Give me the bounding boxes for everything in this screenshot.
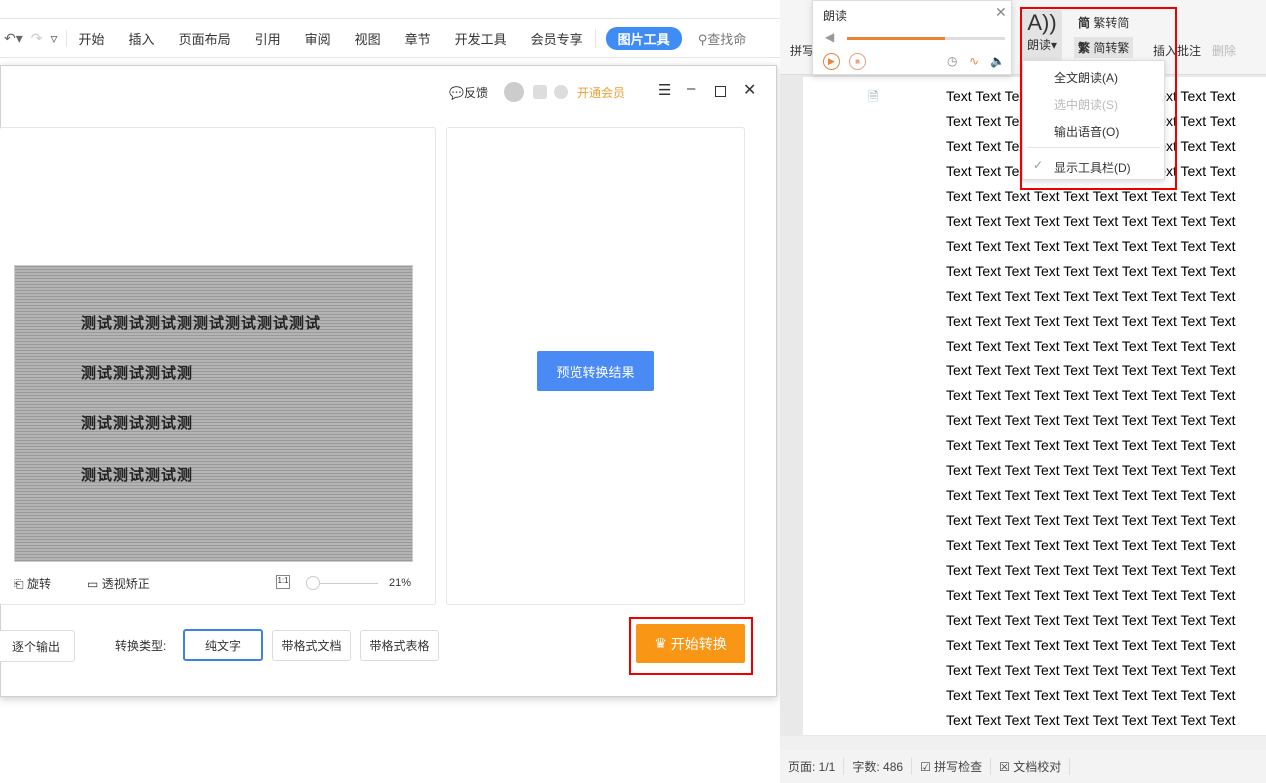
speed-icon[interactable]: ◷	[947, 54, 957, 68]
rotate-label: 旋转	[26, 577, 51, 591]
tab-review[interactable]: 审阅	[293, 29, 343, 48]
coin-icon	[554, 85, 568, 99]
stop-icon[interactable]: ■	[849, 53, 866, 70]
document-line: Text Text Text Text Text Text Text Text …	[946, 636, 1236, 653]
highlight-box	[1020, 7, 1177, 190]
zoom-slider[interactable]	[312, 583, 378, 584]
output-mode-button[interactable]: 逐个输出	[0, 630, 75, 662]
document-line: Text Text Text Text Text Text Text Text …	[946, 437, 1236, 454]
type-formatted-table[interactable]: 带格式表格	[360, 630, 439, 661]
document-line: Text Text Text Text Text Text Text Text …	[946, 711, 1236, 728]
delete-comment-button[interactable]: 删除	[1212, 42, 1236, 59]
play-icon[interactable]: ▶	[823, 53, 840, 70]
ribbon-tabs: ↶▾ ↷ ▿ 开始 插入 页面布局 引用 审阅 视图 章节 开发工具 会员专享 …	[0, 18, 780, 58]
close-icon[interactable]: ✕	[743, 80, 756, 100]
feedback-label: 反馈	[463, 86, 488, 100]
document-line: Text Text Text Text Text Text Text Text …	[946, 562, 1236, 579]
fit-icon[interactable]: 1:1	[276, 575, 290, 589]
search-label: 查找命	[707, 31, 747, 47]
maximize-icon[interactable]	[715, 86, 726, 97]
spell-button[interactable]: 拼写	[790, 42, 814, 59]
highlight-box	[629, 617, 753, 675]
page-count: 页面: 1/1	[780, 758, 845, 775]
tab-insert[interactable]: 插入	[117, 29, 167, 48]
tab-member[interactable]: 会员专享	[519, 28, 596, 48]
source-image: 测试测试测试测测试测试测试测试 测试测试测试测 测试测试测试测 测试测试测试测	[14, 265, 413, 562]
avatar[interactable]	[504, 82, 524, 102]
minimize-icon[interactable]: –	[687, 80, 695, 97]
document-line: Text Text Text Text Text Text Text Text …	[946, 462, 1236, 479]
perspective-button[interactable]: ▭ 透视矫正	[87, 575, 150, 592]
redo-icon[interactable]: ↷	[27, 30, 47, 47]
photo-text-line: 测试测试测试测	[81, 467, 194, 484]
proofread-label: 文档校对	[1013, 760, 1062, 774]
customize-icon[interactable]: ▿	[47, 29, 67, 47]
tab-references[interactable]: 引用	[243, 29, 293, 48]
read-aloud-toolbar: 朗读 ✕ ◀ ▶ ■ ◷ ∿ 🔈	[812, 0, 1012, 75]
perspective-icon: ▭	[87, 577, 99, 591]
type-plain-text[interactable]: 纯文字	[183, 629, 263, 661]
document-line: Text Text Text Text Text Text Text Text …	[946, 611, 1236, 628]
preview-result-button[interactable]: 预览转换结果	[537, 351, 654, 391]
tab-start[interactable]: 开始	[67, 29, 117, 48]
badge-icon	[533, 85, 547, 99]
tab-layout[interactable]: 页面布局	[167, 29, 243, 48]
volume-icon: ◀	[825, 30, 835, 44]
document-line: Text Text Text Text Text Text Text Text …	[946, 512, 1236, 529]
tab-developer[interactable]: 开发工具	[443, 29, 519, 48]
document-line: Text Text Text Text Text Text Text Text …	[946, 237, 1236, 254]
photo-text-line: 测试测试测试测	[81, 415, 194, 432]
undo-icon[interactable]: ↶▾	[0, 30, 27, 47]
spell-check-button[interactable]: ☑ 拼写检查	[912, 758, 992, 775]
document-line: Text Text Text Text Text Text Text Text …	[946, 287, 1236, 304]
image-panel: 测试测试测试测测试测试测试测试 测试测试测试测 测试测试测试测 测试测试测试测 …	[0, 127, 436, 605]
paragraph-icon[interactable]: 🗎	[868, 88, 878, 110]
search-command[interactable]: ⚲查找命	[698, 29, 747, 48]
volume-slider[interactable]	[847, 37, 1005, 40]
document-line: Text Text Text Text Text Text Text Text …	[946, 212, 1236, 229]
document-line: Text Text Text Text Text Text Text Text …	[946, 187, 1236, 204]
image-to-text-dialog: 💬反馈 开通会员 ☰ – ✕ 测试测试测试测测试测试测试测试 测试测试测试测 测…	[0, 65, 777, 697]
reader-close-icon[interactable]: ✕	[995, 4, 1007, 21]
horizontal-scrollbar[interactable]	[780, 736, 1266, 750]
convert-type-label: 转换类型:	[115, 639, 167, 653]
zoom-value: 21%	[389, 577, 412, 589]
proofread-button[interactable]: ☒ 文档校对	[991, 758, 1071, 775]
result-panel: 预览转换结果	[446, 127, 745, 605]
document-line: Text Text Text Text Text Text Text Text …	[946, 661, 1236, 678]
document-line: Text Text Text Text Text Text Text Text …	[946, 337, 1236, 354]
word-count[interactable]: 字数: 486	[844, 758, 913, 775]
perspective-label: 透视矫正	[101, 577, 150, 591]
status-bar: 页面: 1/1 字数: 486 ☑ 拼写检查 ☒ 文档校对	[780, 750, 1266, 783]
document-line: Text Text Text Text Text Text Text Text …	[946, 686, 1236, 703]
volume-fill	[847, 37, 945, 40]
menu-icon[interactable]: ☰	[658, 81, 671, 99]
vip-link[interactable]: 开通会员	[577, 84, 625, 101]
document-line: Text Text Text Text Text Text Text Text …	[946, 362, 1236, 379]
document-line: Text Text Text Text Text Text Text Text …	[946, 312, 1236, 329]
document-line: Text Text Text Text Text Text Text Text …	[946, 412, 1236, 429]
zoom-slider-thumb[interactable]	[306, 576, 320, 590]
document-line: Text Text Text Text Text Text Text Text …	[946, 387, 1236, 404]
tab-section[interactable]: 章节	[393, 29, 443, 48]
document-line: Text Text Text Text Text Text Text Text …	[946, 487, 1236, 504]
reader-title: 朗读	[823, 9, 848, 23]
voice-settings-icon[interactable]: 🔈	[990, 54, 1005, 68]
feedback-button[interactable]: 💬反馈	[449, 84, 488, 101]
photo-text-line: 测试测试测试测	[81, 365, 194, 382]
document-line: Text Text Text Text Text Text Text Text …	[946, 262, 1236, 279]
voice-wave-icon[interactable]: ∿	[969, 54, 979, 68]
rotate-icon: ⎗	[14, 577, 24, 591]
document-line: Text Text Text Text Text Text Text Text …	[946, 537, 1236, 554]
photo-text-line: 测试测试测试测测试测试测试测试	[81, 315, 322, 332]
type-formatted-doc[interactable]: 带格式文档	[272, 630, 351, 661]
tab-view[interactable]: 视图	[343, 29, 393, 48]
rotate-button[interactable]: ⎗ 旋转	[14, 575, 51, 592]
tab-picture-tools[interactable]: 图片工具	[605, 26, 682, 50]
document-line: Text Text Text Text Text Text Text Text …	[946, 587, 1236, 603]
spell-check-label: 拼写检查	[934, 760, 983, 774]
